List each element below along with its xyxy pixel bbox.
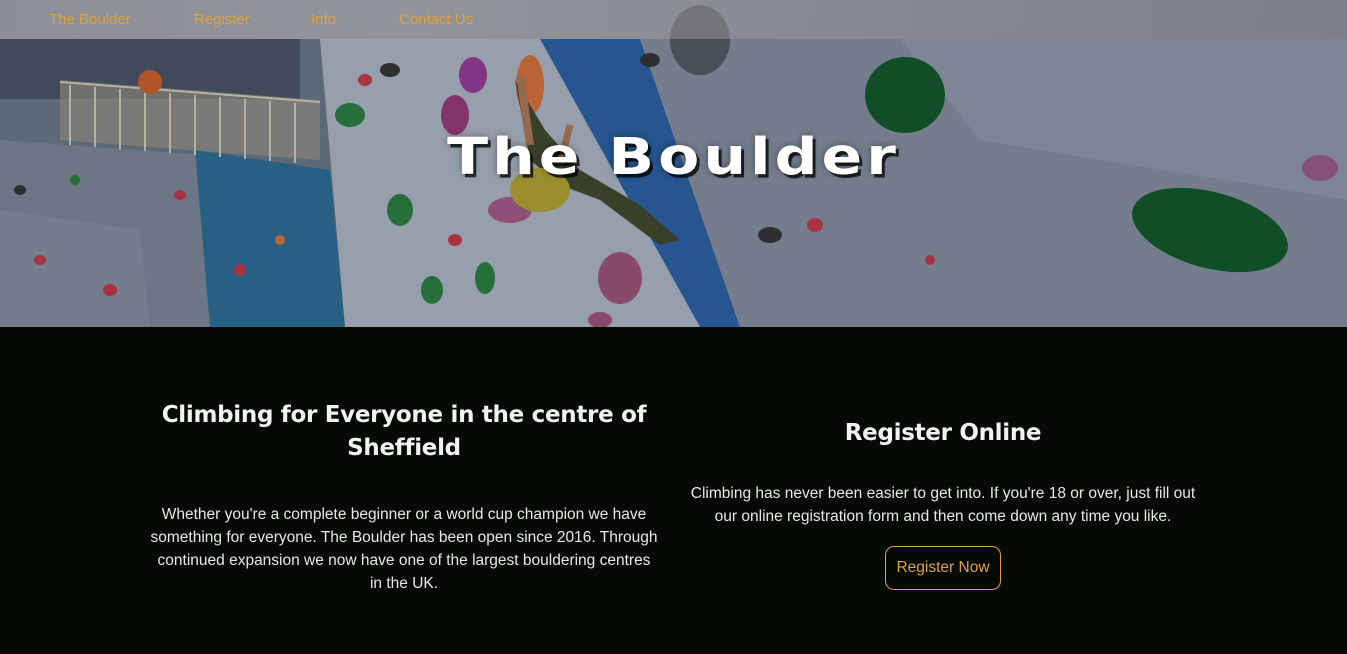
nav-link-the-boulder[interactable]: The Boulder <box>49 11 131 28</box>
hero-title: The Boulder <box>447 127 900 187</box>
nav-link-register[interactable]: Register <box>194 11 250 28</box>
register-text: Climbing has never been easier to get in… <box>690 485 1196 525</box>
top-navbar: The Boulder Register Info Contact Us <box>0 0 1347 39</box>
nav-link-contact-us[interactable]: Contact Us <box>399 11 473 28</box>
content-section: Climbing for Everyone in the centre of S… <box>0 327 1347 654</box>
about-text: Whether you're a complete beginner or a … <box>150 506 658 592</box>
register-column: Register Online Climbing has never been … <box>688 417 1198 590</box>
hero-banner: The Boulder <box>0 0 1347 327</box>
about-column: Climbing for Everyone in the centre of S… <box>150 399 658 595</box>
register-heading: Register Online <box>844 420 1042 446</box>
about-heading: Climbing for Everyone in the centre of S… <box>161 402 647 461</box>
nav-link-info[interactable]: Info <box>311 11 336 28</box>
register-now-button[interactable]: Register Now <box>885 546 1001 590</box>
